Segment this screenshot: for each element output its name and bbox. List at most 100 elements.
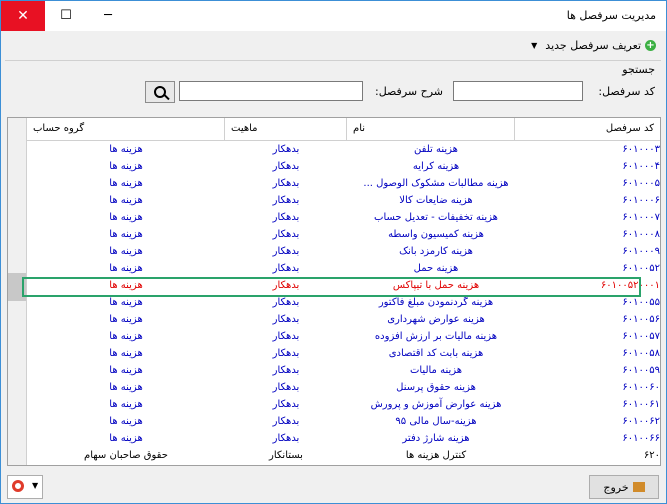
table-row[interactable]: هزینه ها بدهکار هزینه شارژ دفتر ۶۰۱۰۰۶۶ bbox=[26, 430, 660, 447]
exit-button[interactable]: خروج bbox=[589, 475, 659, 499]
grid-rows: هزینه ها بدهکار هزینه تلفن ۶۰۱۰۰۰۳ هزینه ها ب… bbox=[26, 141, 660, 464]
cell-group: هزینه ها bbox=[109, 246, 143, 257]
table-row[interactable]: هزینه ها بدهکار هزینه مالیات ۶۰۱۰۰۵۹ bbox=[26, 362, 660, 379]
cell-nature: بدهکار bbox=[272, 382, 300, 393]
dropdown-arrow-icon: ▼ bbox=[531, 41, 538, 50]
help-button[interactable]: ▼ bbox=[7, 475, 43, 499]
window-title: مدیریت سرفصل ها bbox=[566, 9, 656, 22]
cell-nature: بدهکار bbox=[272, 399, 300, 410]
cell-name: هزینه بابت کد اقتصادی bbox=[388, 348, 484, 359]
table-row[interactable]: هزینه ها بدهکار هزینه کارمزد بانک ۶۰۱۰۰۰۹ bbox=[26, 243, 660, 260]
row-header-selected bbox=[8, 273, 26, 301]
close-button[interactable]: ✕ bbox=[1, 1, 45, 31]
cell-group: حقوق صاحبان سهام bbox=[84, 450, 168, 461]
exit-label: خروج bbox=[603, 480, 629, 494]
table-row[interactable]: حقوق صاحبان سهام بستانکار کنترل هزینه ها ۶۲… bbox=[26, 447, 660, 464]
cell-nature: بدهکار bbox=[272, 178, 300, 189]
code-input[interactable] bbox=[453, 81, 583, 101]
table-row[interactable]: هزینه ها بدهکار هزینه مالیات بر ارزش افزود… bbox=[26, 328, 660, 345]
chevron-down-icon: ▼ bbox=[32, 481, 39, 490]
cell-group: هزینه ها bbox=[109, 178, 143, 189]
cell-name: هزینه تلفن bbox=[414, 144, 458, 155]
cell-group: هزینه ها bbox=[109, 280, 143, 291]
cell-nature: بدهکار bbox=[272, 433, 300, 444]
cell-group: هزینه ها bbox=[109, 348, 143, 359]
table-row[interactable]: هزینه ها بدهکار هزینه تلفن ۶۰۱۰۰۰۳ bbox=[26, 141, 660, 158]
headings-grid[interactable]: گروه حساب ماهیت نام کد سرفصل هزینه ها بده… bbox=[7, 117, 661, 466]
cell-name: هزینه گردنمودن مبلغ فاکتور bbox=[378, 297, 494, 308]
cell-code: ۶۰۱۰۰۵۷ bbox=[622, 331, 660, 342]
cell-nature: بدهکار bbox=[272, 280, 300, 291]
cell-code: ۶۰۱۰۰۰۷ bbox=[622, 212, 660, 223]
new-heading-label: تعریف سرفصل جدید bbox=[545, 39, 641, 52]
cell-code: ۶۰۱۰۰۵۲ bbox=[622, 263, 660, 274]
row-header-column bbox=[8, 118, 27, 465]
main-window: ✕ ☐ ─ مدیریت سرفصل ها + تعریف سرفصل جدید… bbox=[0, 0, 667, 504]
cell-name: هزینه حقوق پرسنل bbox=[396, 382, 476, 393]
cell-group: هزینه ها bbox=[109, 416, 143, 427]
cell-code: ۶۰۱۰۰۰۹ bbox=[622, 246, 660, 257]
cell-name: هزینه مالیات bbox=[409, 365, 463, 376]
cell-group: هزینه ها bbox=[109, 263, 143, 274]
cell-group: هزینه ها bbox=[109, 229, 143, 240]
cell-nature: بدهکار bbox=[272, 212, 300, 223]
table-row[interactable]: هزینه ها بدهکار هزینه عوارض آموزش و پرورش ۶… bbox=[26, 396, 660, 413]
desc-input[interactable] bbox=[179, 81, 363, 101]
col-nature[interactable]: ماهیت bbox=[224, 118, 346, 140]
cell-code: ۶۰۱۰۰۶۶ bbox=[622, 433, 660, 444]
cell-name: هزینه عوارض شهرداری bbox=[387, 314, 485, 325]
table-row[interactable]: هزینه ها بدهکار هزینه مطالبات مشکوک الوصول… bbox=[26, 175, 660, 192]
table-row[interactable]: هزینه ها بدهکار هزینه کمیسیون واسطه ۶۰۱۰۰۰۸ bbox=[26, 226, 660, 243]
cell-code: ۶۰۱۰۰۵۶ bbox=[622, 314, 660, 325]
cell-name: هزینه حمل bbox=[413, 263, 459, 274]
col-name[interactable]: نام bbox=[346, 118, 514, 140]
cell-nature: بدهکار bbox=[272, 246, 300, 257]
cell-code: ۶۰۱۰۰۰۳ bbox=[622, 144, 660, 155]
cell-group: هزینه ها bbox=[109, 212, 143, 223]
table-row[interactable]: هزینه ها بدهکار هزینه تخفیفات - تعدیل حساب… bbox=[26, 209, 660, 226]
cell-code: ۶۰۱۰۰۶۰ bbox=[622, 382, 660, 393]
cell-group: هزینه ها bbox=[109, 382, 143, 393]
cell-group: هزینه ها bbox=[109, 433, 143, 444]
col-account-group[interactable]: گروه حساب bbox=[26, 118, 224, 140]
cell-group: هزینه ها bbox=[109, 195, 143, 206]
cell-nature: بستانکار bbox=[269, 450, 303, 461]
search-button[interactable] bbox=[145, 81, 175, 103]
cell-group: هزینه ها bbox=[109, 365, 143, 376]
col-code[interactable]: کد سرفصل bbox=[514, 118, 660, 140]
table-row[interactable]: هزینه ها بدهکار هزینه حمل ۶۰۱۰۰۵۲ bbox=[26, 260, 660, 277]
table-row[interactable]: هزینه ها بدهکار هزینه عوارض شهرداری ۶۰۱۰۰۵۶ bbox=[26, 311, 660, 328]
cell-code: ۶۰۱۰۰۰۸ bbox=[622, 229, 660, 240]
search-legend: جستجو bbox=[622, 63, 655, 76]
table-row[interactable]: هزینه ها بدهکار هزینه بابت کد اقتصادی ۶۰۱۰۰… bbox=[26, 345, 660, 362]
cell-name: هزینه شارژ دفتر bbox=[402, 433, 470, 444]
cell-code: ۶۰۱۰۰۵۹ bbox=[622, 365, 660, 376]
exit-icon bbox=[632, 482, 645, 492]
cell-nature: بدهکار bbox=[272, 263, 300, 274]
table-row[interactable]: هزینه ها بدهکار هزینه ضایعات کالا ۶۰۱۰۰۰۶ bbox=[26, 192, 660, 209]
title-bar: ✕ ☐ ─ مدیریت سرفصل ها bbox=[1, 1, 666, 31]
minimize-button[interactable]: ─ bbox=[87, 1, 129, 31]
cell-code: ۶۰۱۰۰۰۵ bbox=[622, 178, 660, 189]
cell-nature: بدهکار bbox=[272, 365, 300, 376]
grid-header: گروه حساب ماهیت نام کد سرفصل bbox=[26, 118, 660, 141]
table-row[interactable]: هزینه ها بدهکار هزینه کرایه ۶۰۱۰۰۰۴ bbox=[26, 158, 660, 175]
new-heading-menu[interactable]: + تعریف سرفصل جدید ▼ bbox=[531, 39, 656, 52]
table-row[interactable]: هزینه ها بدهکار هزینه گردنمودن مبلغ فاکتور… bbox=[26, 294, 660, 311]
maximize-button[interactable]: ☐ bbox=[45, 1, 87, 31]
cell-name: هزینه کرایه bbox=[412, 161, 460, 172]
search-group: جستجو کد سرفصل: شرح سرفصل: bbox=[5, 60, 661, 113]
table-row[interactable]: هزینه ها بدهکار هزینه حقوق پرسنل ۶۰۱۰۰۶۰ bbox=[26, 379, 660, 396]
cell-group: هزینه ها bbox=[109, 161, 143, 172]
cell-group: هزینه ها bbox=[109, 297, 143, 308]
code-label: کد سرفصل: bbox=[598, 85, 655, 98]
table-row[interactable]: هزینه ها بدهکار هزینه-سال مالی ۹۵ ۶۰۱۰۰۶۲ bbox=[26, 413, 660, 430]
cell-nature: بدهکار bbox=[272, 314, 300, 325]
table-row[interactable]: هزینه ها بدهکار هزینه حمل با تیپاکس ۶۰۱۰۰۵۲… bbox=[26, 277, 660, 294]
cell-name: هزینه تخفیفات - تعدیل حساب bbox=[374, 212, 498, 223]
cell-group: هزینه ها bbox=[109, 314, 143, 325]
cell-name: هزینه ضایعات کالا bbox=[399, 195, 473, 206]
cell-name: هزینه-سال مالی ۹۵ bbox=[395, 416, 477, 427]
cell-nature: بدهکار bbox=[272, 161, 300, 172]
cell-name: هزینه مالیات بر ارزش افزوده bbox=[374, 331, 498, 342]
